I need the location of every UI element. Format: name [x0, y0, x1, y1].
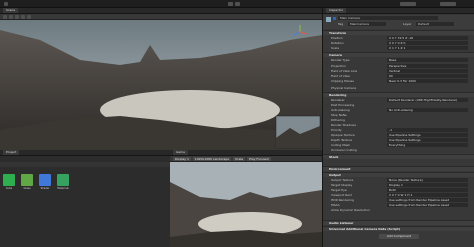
rendering-row: Opaque Texture Use Pipeline Settings: [325, 133, 472, 137]
rotate-tool-icon[interactable]: [15, 14, 19, 19]
layer-dropdown[interactable]: Default: [416, 22, 454, 26]
layout-dropdown[interactable]: [440, 2, 456, 6]
top-toolbar: [0, 0, 474, 8]
hand-tool-icon[interactable]: [3, 14, 7, 19]
camera-row: Projection Perspective: [325, 64, 472, 68]
rendering-header[interactable]: Rendering: [323, 92, 474, 97]
rect-tool-icon[interactable]: [27, 14, 31, 19]
game-object-icon: [326, 17, 331, 22]
output-row: Target Display Display 1: [325, 183, 472, 187]
rendering-row: Anti-aliasing No Anti-aliasing: [325, 108, 472, 112]
camera-row: Render Type Base: [325, 58, 472, 62]
asset-cube[interactable]: Cube: [2, 174, 16, 190]
output-row: Allow Dynamic Resolution: [331, 208, 370, 212]
output-row: Output Texture None (Render Texture): [325, 178, 472, 182]
inspector-panel: Inspector Main Camera Tag MainCamera Lay…: [322, 8, 474, 247]
camera-row: Field of View Axis Vertical: [325, 69, 472, 73]
asset-label: Shader: [40, 187, 50, 190]
tab-inspector[interactable]: Inspector: [326, 8, 346, 13]
camera-header[interactable]: Camera: [323, 52, 474, 57]
asset-label: Materials: [57, 187, 69, 190]
audio-listener-header[interactable]: Audio Listener: [323, 220, 474, 225]
account-icon[interactable]: [4, 2, 8, 6]
output-row: Viewport Rect X 0 Y 0 W 1 H 1: [325, 193, 472, 197]
project-breadcrumb: [0, 162, 170, 167]
transform-row: Rotation X 0 Y 0 Z 0: [325, 41, 472, 45]
environment-header[interactable]: Environment: [323, 166, 474, 171]
object-header: Main Camera Tag MainCamera Layer Default: [323, 15, 474, 29]
output-row: Target Eye Both: [325, 188, 472, 192]
inspector-tabstrip: Inspector: [323, 8, 474, 14]
rendering-row: Renderer Default Renderer (URP-HighFideli…: [325, 98, 472, 102]
rendering-row: Post Processing: [331, 103, 355, 107]
camera-row: Clipping Planes Near 0.3 Far 1000: [325, 79, 472, 83]
shader-icon: [39, 174, 51, 186]
play-focused-dropdown[interactable]: Play Focused: [247, 156, 271, 161]
pause-button[interactable]: [235, 2, 240, 6]
rendering-row: Render Shadows: [331, 123, 357, 127]
rendering-row: Stop NaNs: [331, 113, 347, 117]
transform-header[interactable]: Transform: [323, 30, 474, 35]
project-panel: Project: [0, 150, 170, 247]
rendering-row: Dithering: [331, 118, 345, 122]
output-header[interactable]: Output: [323, 172, 474, 177]
tag-label: Tag: [338, 22, 344, 26]
display-dropdown[interactable]: Display 1: [173, 156, 191, 161]
rendering-row: Occlusion Culling: [331, 148, 357, 152]
camera-row: Physical Camera: [331, 86, 356, 90]
move-tool-icon[interactable]: [9, 14, 13, 19]
asset-grass[interactable]: Grass: [20, 174, 34, 190]
prefab-icon: [3, 174, 15, 186]
transform-row: Scale X 1 Y 1 Z 1: [325, 46, 472, 50]
play-button[interactable]: [228, 2, 233, 6]
asset-materials[interactable]: Materials: [56, 174, 70, 190]
object-name-field[interactable]: Main Camera: [338, 16, 438, 20]
scale-tool-icon[interactable]: [21, 14, 25, 19]
scene-viewport[interactable]: [0, 20, 322, 150]
asset-label: Cube: [5, 187, 13, 190]
output-row: HDR Rendering Use settings from Render Pi…: [325, 198, 472, 202]
rendering-row: Culling Mask Everything: [325, 143, 472, 147]
output-row: MSAA Use settings from Render Pipeline As…: [325, 203, 472, 207]
layer-label: Layer: [403, 22, 412, 26]
rendering-row: Depth Texture Use Pipeline Settings: [325, 138, 472, 142]
layers-dropdown[interactable]: [400, 2, 416, 6]
rendering-row: Priority -1: [325, 128, 472, 132]
tab-scene[interactable]: Scene: [3, 8, 19, 13]
asset-label: Grass: [23, 187, 31, 190]
scale-slider[interactable]: Scale: [233, 156, 246, 161]
prefab-icon: [57, 174, 69, 186]
camera-row: Field of View 60: [325, 74, 472, 78]
aspect-dropdown[interactable]: 1920x1080 Landscape: [192, 156, 232, 161]
tab-game[interactable]: Game: [173, 150, 188, 155]
tag-dropdown[interactable]: MainCamera: [348, 22, 386, 26]
active-checkbox[interactable]: [333, 17, 336, 20]
tab-project[interactable]: Project: [3, 150, 20, 155]
scene-panel: Scene: [0, 8, 322, 150]
game-panel: Game Display 1 1920x1080 Landscape Scale…: [170, 150, 322, 247]
asset-shader[interactable]: Shader: [38, 174, 52, 190]
add-component-button[interactable]: Add Component: [379, 234, 419, 239]
game-viewport[interactable]: [170, 162, 322, 247]
stack-header[interactable]: Stack: [323, 154, 474, 159]
additional-camera-data-header[interactable]: Universal Additional Camera Data (Script…: [323, 226, 474, 231]
project-tabstrip: Project: [0, 150, 170, 156]
transform-row: Position X 0 Y 32.5 Z -16: [325, 36, 472, 40]
prefab-icon: [21, 174, 33, 186]
